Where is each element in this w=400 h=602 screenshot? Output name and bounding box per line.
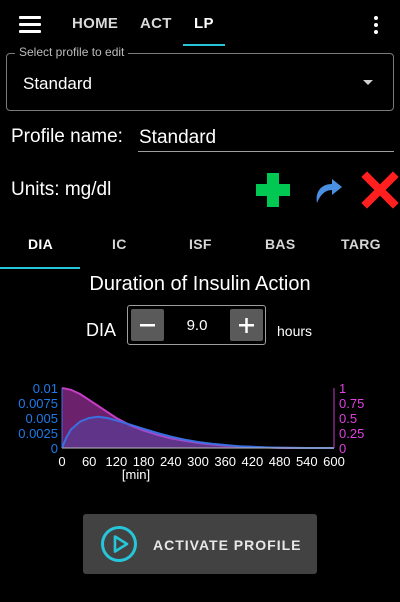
x-tick-label: 60 (82, 454, 96, 469)
x-tick-label: 300 (187, 454, 209, 469)
x-tick-label: 600 (323, 454, 345, 469)
y-left-tick-label: 0.01 (33, 381, 58, 396)
sub-tab-indicator (0, 267, 80, 269)
redo-arrow-icon (316, 179, 342, 203)
x-tick-label: 240 (160, 454, 182, 469)
y-right-tick-label: 0.5 (339, 411, 357, 426)
menu-icon[interactable] (19, 15, 41, 33)
series-area-1 (62, 416, 334, 448)
profile-select-legend: Select profile to edit (15, 45, 129, 59)
delete-profile-button[interactable] (360, 170, 400, 210)
dia-increment-button[interactable] (230, 309, 263, 341)
add-profile-button[interactable] (253, 170, 293, 210)
tab-act[interactable]: ACT (140, 15, 172, 32)
units-label: Units: mg/dl (11, 179, 112, 200)
x-tick-label: 420 (242, 454, 264, 469)
dia-unit-label: hours (277, 323, 313, 339)
tab-dia[interactable]: DIA (28, 236, 53, 252)
y-right-tick-label: 0.75 (339, 396, 364, 411)
dia-value-input[interactable] (168, 317, 226, 334)
activate-profile-label: ACTIVATE PROFILE (153, 537, 302, 553)
tab-isf[interactable]: ISF (189, 236, 212, 252)
tab-ic[interactable]: IC (112, 236, 127, 252)
play-circle-icon (101, 526, 137, 562)
y-right-tick-label: 0.25 (339, 426, 364, 441)
y-right-tick-label: 1 (339, 381, 346, 396)
profile-name-input[interactable] (138, 122, 394, 152)
x-tick-label: 540 (296, 454, 318, 469)
insulin-activity-chart: 0 60 120 180 240 300 360 420 480 540 600[min]00.00… (18, 381, 364, 482)
minus-icon (140, 324, 155, 327)
x-tick-label: 360 (214, 454, 236, 469)
tab-lp[interactable]: LP (194, 15, 214, 32)
dia-stepper (127, 305, 266, 345)
plus-icon (256, 173, 290, 207)
close-icon (361, 171, 399, 209)
x-tick-label: 0 (58, 454, 65, 469)
x-tick-label: 480 (269, 454, 291, 469)
app-bar: HOME ACT LP (0, 0, 400, 48)
x-axis-label: [min] (122, 467, 150, 482)
y-right-tick-label: 0 (339, 441, 346, 456)
dia-label: DIA (86, 320, 117, 340)
y-left-tick-label: 0.005 (25, 411, 58, 426)
profile-name-label: Profile name: (11, 126, 123, 147)
y-left-tick-label: 0.0075 (18, 396, 58, 411)
tab-targ[interactable]: TARG (341, 236, 381, 252)
dia-decrement-button[interactable] (131, 309, 164, 341)
plus-icon (239, 318, 254, 333)
caret-down-icon (363, 80, 373, 85)
tab-indicator (183, 44, 225, 46)
profile-select-value: Standard (23, 74, 92, 93)
dia-title: Duration of Insulin Action (89, 273, 311, 295)
tab-bas[interactable]: BAS (265, 236, 295, 252)
activate-profile-button[interactable]: ACTIVATE PROFILE (83, 514, 317, 574)
y-left-tick-label: 0.0025 (18, 426, 58, 441)
clone-profile-button[interactable] (310, 170, 350, 210)
tab-home[interactable]: HOME (72, 15, 118, 32)
profile-select[interactable]: Standard (6, 53, 394, 111)
y-left-tick-label: 0 (51, 441, 58, 456)
more-vert-icon[interactable] (372, 15, 380, 35)
